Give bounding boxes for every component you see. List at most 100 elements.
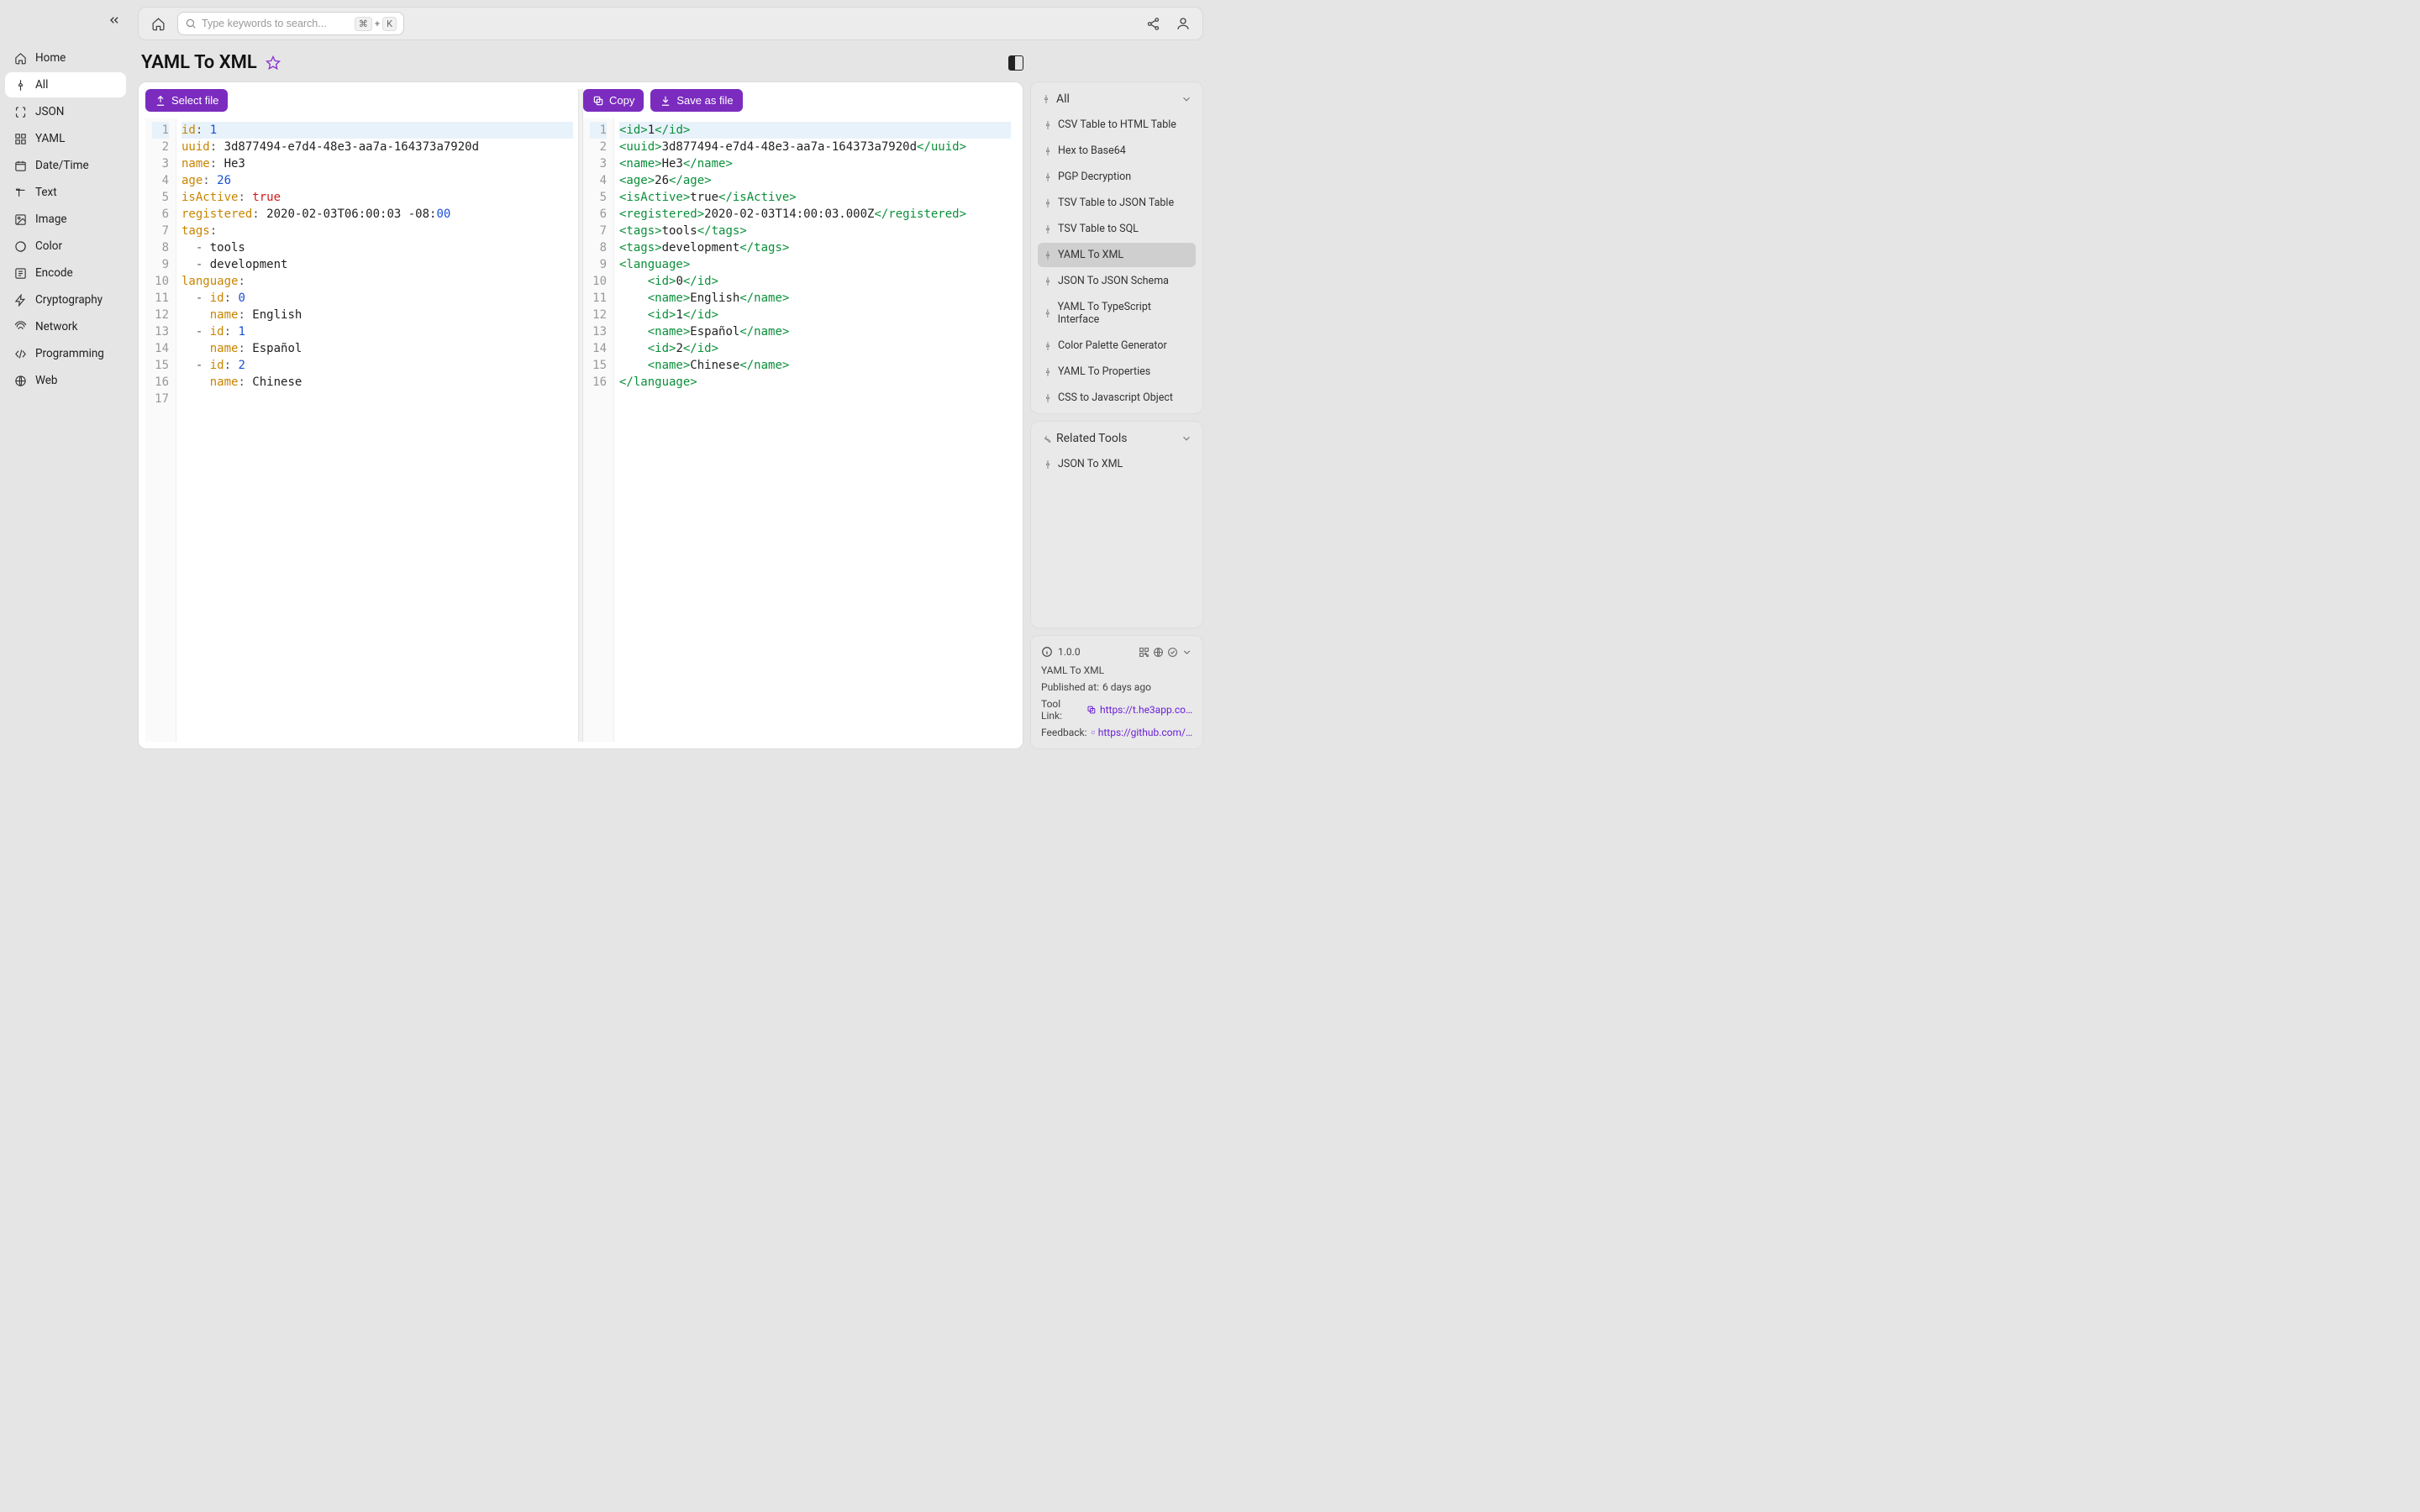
download-icon — [660, 95, 671, 107]
nav-icon — [13, 320, 27, 333]
qr-icon[interactable] — [1139, 647, 1150, 658]
tool-item[interactable]: PGP Decryption — [1038, 165, 1196, 189]
nav-label: Web — [35, 374, 58, 387]
content-row: Select file 1234567891011121314151617 id… — [138, 81, 1203, 749]
main: ⌘ + K YAML To XML — [131, 0, 1210, 756]
pin-icon — [1041, 94, 1051, 104]
nav-label: Text — [35, 186, 57, 199]
nav-item-programming[interactable]: Programming — [5, 341, 126, 366]
tool-item[interactable]: YAML To XML — [1038, 243, 1196, 267]
share-button[interactable] — [1142, 13, 1164, 34]
tool-item-label: CSV Table to HTML Table — [1058, 118, 1176, 131]
tool-item[interactable]: JSON To XML — [1038, 452, 1196, 476]
nav-label: Network — [35, 320, 77, 333]
nav-icon — [13, 347, 27, 360]
profile-button[interactable] — [1172, 13, 1194, 34]
tool-item-label: TSV Table to SQL — [1058, 223, 1139, 235]
yaml-pane: Select file 1234567891011121314151617 id… — [145, 89, 578, 742]
related-panel-title: Related Tools — [1056, 432, 1127, 445]
copy-icon — [592, 95, 604, 107]
chevron-down-icon[interactable] — [1181, 433, 1192, 444]
nav-label: Programming — [35, 347, 104, 360]
globe-icon[interactable] — [1153, 647, 1164, 658]
sidebar: Home All JSON YAMLDate/Time Text Image Color En… — [0, 0, 131, 756]
chevron-down-icon[interactable] — [1181, 647, 1192, 658]
nav-icon — [13, 239, 27, 253]
tool-item[interactable]: Hex to Base64 — [1038, 139, 1196, 163]
nav-icon — [13, 51, 27, 65]
search-shortcut: ⌘ + K — [355, 17, 397, 31]
nav-label: Encode — [35, 266, 73, 280]
page-title: YAML To XML — [141, 52, 257, 73]
nav-label: Image — [35, 213, 67, 226]
info-icon — [1041, 646, 1053, 658]
yaml-editor[interactable]: id: 1uuid: 3d877494-e7d4-48e3-aa7a-16437… — [176, 118, 578, 742]
save-as-file-button[interactable]: Save as file — [650, 89, 742, 112]
version-text: 1.0.0 — [1058, 646, 1081, 658]
search-input[interactable] — [202, 18, 350, 29]
title-row: YAML To XML — [138, 47, 1203, 75]
select-file-button[interactable]: Select file — [145, 89, 228, 112]
nav-item-home[interactable]: Home — [5, 45, 126, 71]
tool-item[interactable]: TSV Table to JSON Table — [1038, 191, 1196, 215]
nav-item-network[interactable]: Network — [5, 314, 126, 339]
nav-label: JSON — [35, 105, 64, 118]
link-icon — [1086, 705, 1097, 715]
tool-link-value[interactable]: https://t.he3app.co… — [1100, 704, 1192, 716]
nav-icon — [13, 105, 27, 118]
tool-item-label: TSV Table to JSON Table — [1058, 197, 1174, 209]
nav-item-web[interactable]: Web — [5, 368, 126, 393]
chevron-down-icon[interactable] — [1181, 93, 1192, 105]
xml-output[interactable]: <id>1</id><uuid>3d877494-e7d4-48e3-aa7a-… — [614, 118, 1016, 742]
tool-item-label: YAML To TypeScript Interface — [1058, 301, 1191, 326]
nav-item-date-time[interactable]: Date/Time — [5, 153, 126, 178]
wrench-icon — [1041, 433, 1051, 444]
nav-item-json[interactable]: JSON — [5, 99, 126, 124]
favorite-star-icon[interactable] — [266, 55, 281, 71]
nav-item-all[interactable]: All — [5, 72, 126, 97]
check-circle-icon[interactable] — [1167, 647, 1178, 658]
feedback-link-value[interactable]: https://github.com/… — [1098, 727, 1192, 738]
tool-item-label: JSON To JSON Schema — [1058, 275, 1169, 287]
tool-item[interactable]: TSV Table to SQL — [1038, 217, 1196, 241]
nav-icon — [13, 159, 27, 172]
tool-item-label: Hex to Base64 — [1058, 144, 1126, 157]
tool-item[interactable]: CSV Table to HTML Table — [1038, 113, 1196, 137]
all-tools-panel: All CSV Table to HTML TableHex to Base64… — [1030, 81, 1203, 414]
message-icon — [1091, 727, 1095, 738]
info-tool-name: YAML To XML — [1041, 664, 1192, 676]
nav-item-yaml[interactable]: YAML — [5, 126, 126, 151]
collapse-sidebar-button[interactable] — [106, 12, 123, 29]
search-icon — [185, 18, 197, 29]
split-view: Select file 1234567891011121314151617 id… — [145, 89, 1016, 742]
nav-label: Home — [35, 51, 66, 65]
nav-item-color[interactable]: Color — [5, 234, 126, 259]
tool-item-label: JSON To XML — [1058, 458, 1123, 470]
published-value: 6 days ago — [1102, 681, 1151, 693]
nav-item-cryptography[interactable]: Cryptography — [5, 287, 126, 312]
panel-toggle-icon[interactable] — [1008, 55, 1023, 71]
tool-item-label: YAML To XML — [1058, 249, 1123, 261]
nav-label: Cryptography — [35, 293, 103, 307]
search-wrap[interactable]: ⌘ + K — [177, 12, 404, 35]
tool-item-label: Color Palette Generator — [1058, 339, 1167, 352]
xml-pane: Copy Save as file 1234567891011121314151… — [583, 89, 1016, 742]
nav-label: All — [35, 78, 48, 92]
nav-item-encode[interactable]: Encode — [5, 260, 126, 286]
tool-item[interactable]: YAML To Properties — [1038, 360, 1196, 384]
tool-item[interactable]: JSON To JSON Schema — [1038, 269, 1196, 293]
home-button[interactable] — [147, 13, 169, 34]
all-tools-list: CSV Table to HTML Table Hex to Base64 PGP … — [1038, 113, 1196, 407]
copy-button[interactable]: Copy — [583, 89, 644, 112]
nav-icon — [13, 374, 27, 387]
nav-icon — [13, 186, 27, 199]
nav-item-image[interactable]: Image — [5, 207, 126, 232]
nav-icon — [13, 293, 27, 307]
right-column: All CSV Table to HTML TableHex to Base64… — [1030, 81, 1203, 749]
tool-link-label: Tool Link: — [1041, 698, 1083, 722]
tool-item[interactable]: Color Palette Generator — [1038, 333, 1196, 358]
tool-item-label: PGP Decryption — [1058, 171, 1131, 183]
nav-item-text[interactable]: Text — [5, 180, 126, 205]
tool-item[interactable]: YAML To TypeScript Interface — [1038, 295, 1196, 332]
tool-item[interactable]: CSS to Javascript Object — [1038, 386, 1196, 407]
